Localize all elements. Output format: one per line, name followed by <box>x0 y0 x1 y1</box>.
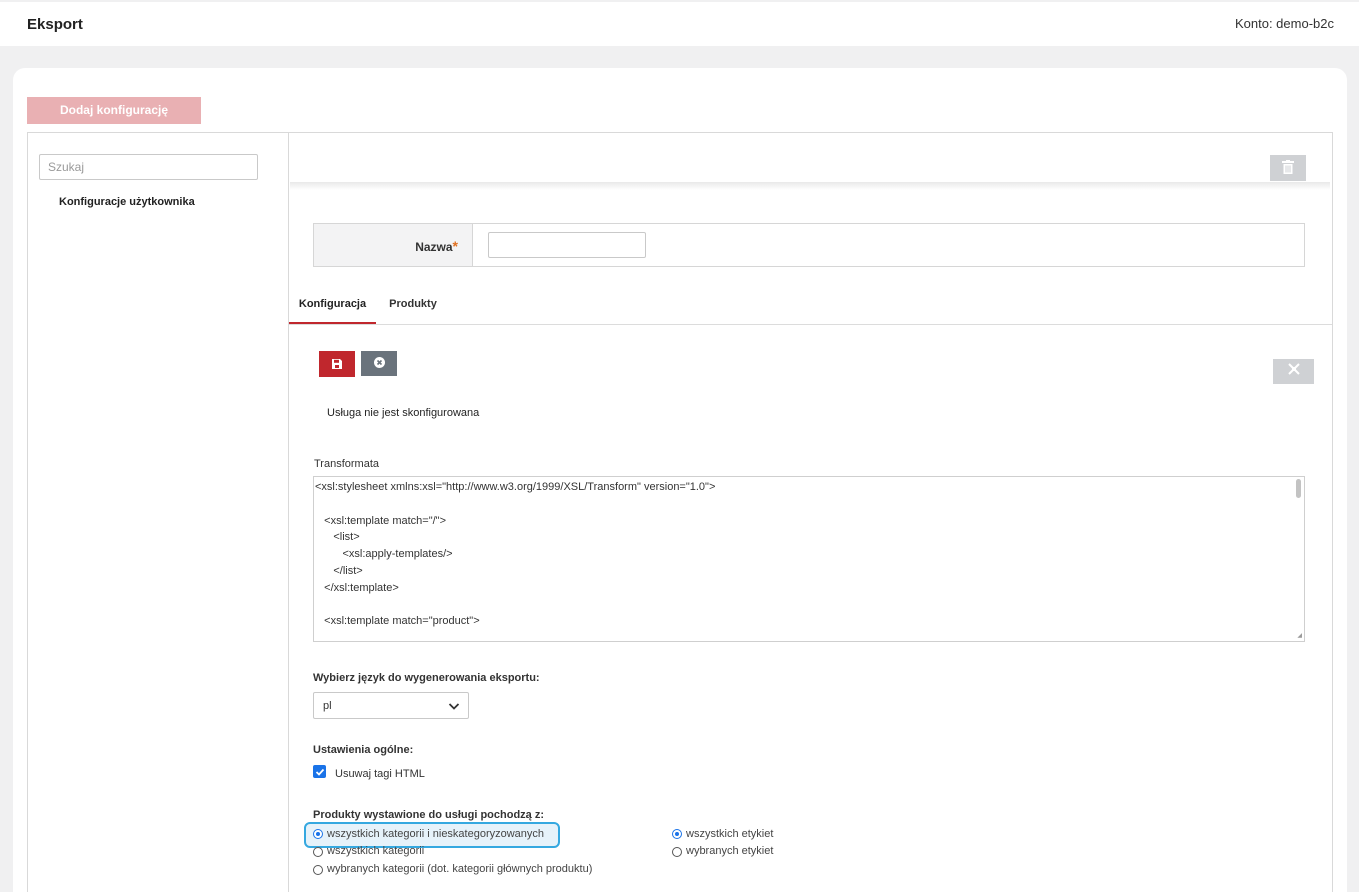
name-input[interactable] <box>488 232 646 258</box>
tools-icon <box>1287 362 1301 381</box>
transform-textarea[interactable]: <xsl:stylesheet xmlns:xsl="http://www.w3… <box>313 476 1305 642</box>
radio-label-selected-tags: wybranych etykiet <box>686 845 774 857</box>
save-icon <box>332 357 342 372</box>
tab-configuration[interactable]: Konfiguracja <box>289 288 376 324</box>
tab-bar: Konfiguracja Produkty <box>289 288 1332 325</box>
search-input[interactable] <box>39 154 258 180</box>
close-circle-icon <box>373 356 385 371</box>
radio-all-categories-uncategorized[interactable] <box>313 829 323 839</box>
account-label: Konto: demo-b2c <box>1234 16 1334 31</box>
tree-item-user-configs[interactable]: Konfiguracje użytkownika <box>59 196 195 208</box>
name-label-cell: Nazwa* <box>314 224 473 266</box>
check-icon <box>315 768 324 776</box>
status-text: Usługa nie jest skonfigurowana <box>327 407 480 419</box>
scrollbar-thumb[interactable] <box>1296 479 1301 498</box>
radio-selected-categories[interactable] <box>313 865 323 875</box>
radio-all-tags[interactable] <box>672 829 682 839</box>
top-bar: Eksport Konto: demo-b2c <box>0 0 1359 46</box>
name-label: Nazwa* <box>415 238 458 254</box>
tab-products[interactable]: Produkty <box>376 288 450 324</box>
radio-label-all-tags: wszystkich etykiet <box>686 828 774 840</box>
radio-label-all-categories: wszystkich kategorii <box>327 845 425 857</box>
sidebar <box>27 132 289 892</box>
page-title: Eksport <box>27 16 83 33</box>
cancel-button[interactable] <box>361 351 397 376</box>
radio-label-selected-categories: wybranych kategorii (dot. kategorii głów… <box>327 863 593 875</box>
name-field-row: Nazwa* <box>313 223 1305 267</box>
strip-html-checkbox[interactable] <box>313 765 326 778</box>
delete-button[interactable] <box>1270 155 1306 181</box>
strip-html-label: Usuwaj tagi HTML <box>335 768 425 780</box>
required-mark: * <box>452 238 458 254</box>
add-user-config-button[interactable]: Dodaj konfigurację użytkownika <box>27 97 201 144</box>
language-label: Wybierz język do wygenerowania eksportu: <box>313 672 540 684</box>
radio-selected-tags[interactable] <box>672 847 682 857</box>
products-source-label: Produkty wystawione do usługi pochodzą z… <box>313 809 545 821</box>
trash-icon <box>1282 159 1294 177</box>
language-value: pl <box>323 700 332 712</box>
save-button[interactable] <box>319 351 355 377</box>
resize-handle-icon[interactable]: ◢ <box>1297 632 1302 639</box>
chevron-down-icon <box>448 699 460 717</box>
radio-label-all-categories-uncategorized: wszystkich kategorii i nieskategoryzowan… <box>327 828 545 840</box>
general-settings-label: Ustawienia ogólne: <box>313 744 414 756</box>
tools-button[interactable] <box>1273 359 1314 384</box>
transform-code: <xsl:stylesheet xmlns:xsl="http://www.w3… <box>315 481 716 628</box>
language-select[interactable]: pl <box>313 692 469 719</box>
radio-all-categories[interactable] <box>313 847 323 857</box>
transform-label: Transformata <box>314 458 380 470</box>
divider <box>290 182 1330 190</box>
